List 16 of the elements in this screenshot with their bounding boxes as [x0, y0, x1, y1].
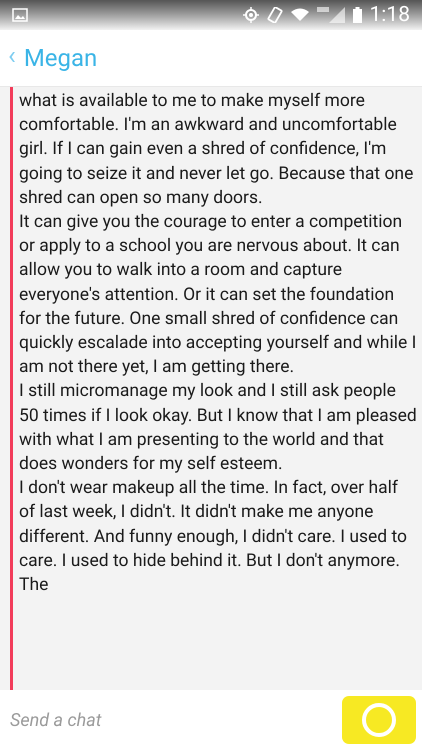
message-paragraph: what is available to me to make myself more comfortable. I'm an awkward and uncomfortable girl. If I can gain even a shred of confidence, I'm going to seize it and never let go. Because that one shred can open so many doors.: [19, 90, 414, 210]
rotate-icon: [266, 7, 282, 23]
camera-button[interactable]: [342, 696, 416, 744]
back-button[interactable]: ‹: [8, 43, 16, 73]
location-icon: [242, 7, 258, 23]
message-paragraph: It can give you the courage to enter a competition or apply to a school you are nervous about. It can allow you to walk into a room and capture everyone's attention. Or it can set the foundation for the future. One small shred of confidence can quickly escalade into accepting yourself and while I am not there yet, I am getting there.: [19, 211, 418, 380]
battery-icon: [352, 7, 362, 23]
message-paragraph: I still micromanage my look and I still ask people 50 times if I look okay. But I know that I am pleased with what I am presenting to the world and that does wonders for my self esteem.: [19, 380, 418, 476]
status-time: 1:18: [370, 4, 410, 26]
wifi-icon: [290, 8, 308, 22]
contact-name: Megan: [24, 43, 98, 74]
message-paragraph: I don't wear makeup all the time. In fact, over half of last week, I didn't. It didn't make me anyone different. And funny enough, I didn't care. I used to care. I used to hide behind it. But I don't anymore. The: [19, 477, 408, 598]
circle-icon: [361, 702, 397, 738]
signal-icon: [316, 7, 344, 23]
chat-input[interactable]: Send a chat: [10, 706, 342, 734]
image-icon: [12, 8, 28, 22]
